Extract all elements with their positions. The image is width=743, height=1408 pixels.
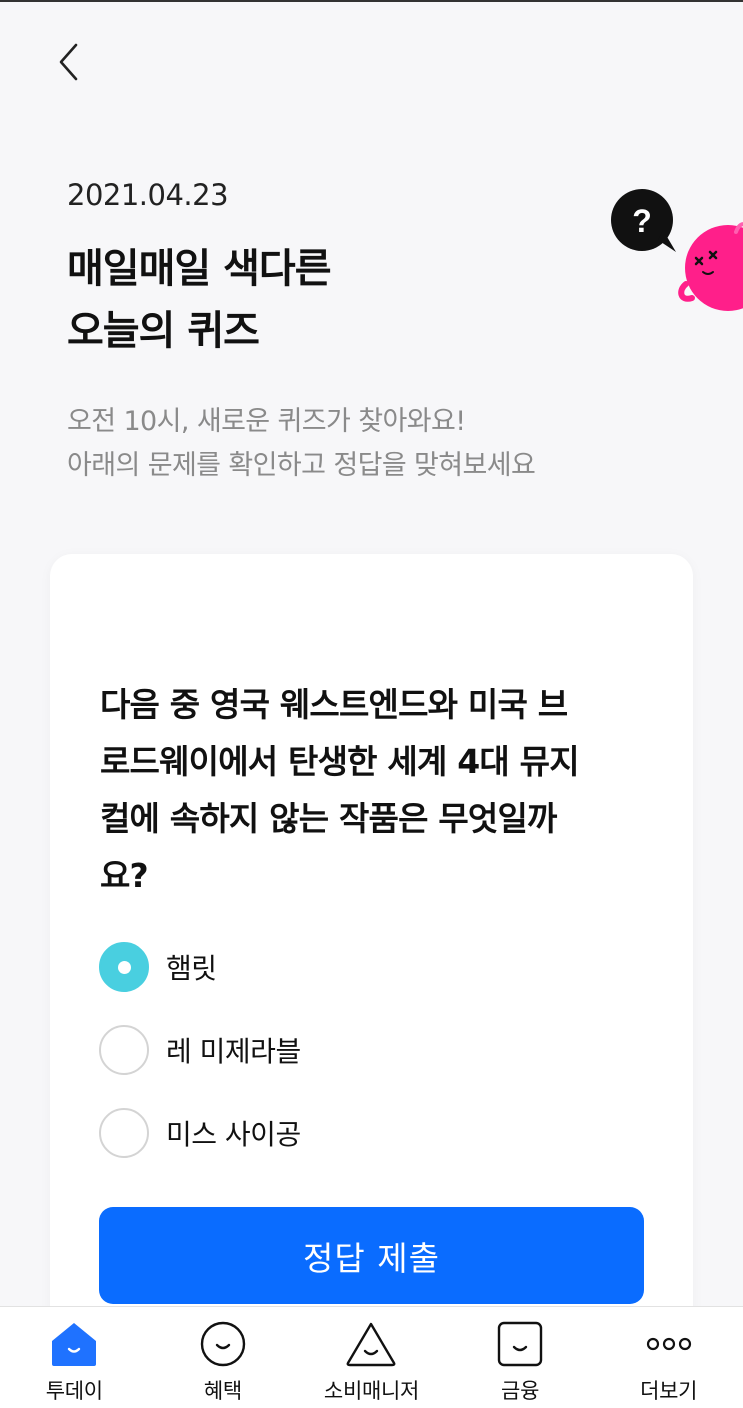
nav-label: 혜택 [203,1379,242,1403]
square-face-icon [490,1319,550,1369]
page-subtitle: 오전 10시, 새로운 퀴즈가 찾아와요! 아래의 문제를 확인하고 정답을 맞… [67,400,536,488]
svg-text:?: ? [632,203,652,239]
back-button[interactable] [50,42,86,86]
nav-label: 더보기 [640,1379,698,1403]
nav-item-spending-manager[interactable]: 소비매니저 [297,1307,446,1408]
more-dots-icon [639,1319,699,1369]
question-line: 다음 중 영국 웨스트엔드와 미국 브 [100,685,568,724]
answer-option-label: 레 미제라블 [166,1035,301,1068]
nav-label: 소비매니저 [323,1379,420,1403]
radio-button[interactable] [99,1108,149,1158]
radio-dot [117,960,131,974]
question-line: 요? [100,856,149,895]
question-line: 로드웨이에서 탄생한 세계 4대 뮤지 [100,742,580,781]
answer-option-label: 햄릿 [166,952,217,985]
answer-option-2[interactable]: 레 미제라블 [99,1025,301,1075]
radio-button[interactable] [99,1025,149,1075]
subtitle-line: 오전 10시, 새로운 퀴즈가 찾아와요! [67,406,466,437]
bottom-navigation: 투데이 혜택 소비매니저 금융 더보기 [0,1306,743,1408]
question-bubble-icon: ? [611,189,676,252]
answer-option-1[interactable]: 햄릿 [99,942,301,992]
radio-button-selected[interactable] [99,942,149,992]
nav-item-today[interactable]: 투데이 [0,1307,149,1408]
nav-label: 금융 [501,1379,540,1403]
quiz-date: 2021.04.23 [67,178,229,212]
smile-face-icon [193,1319,253,1369]
quiz-question: 다음 중 영국 웨스트엔드와 미국 브 로드웨이에서 탄생한 세계 4대 뮤지 … [100,676,660,904]
nav-item-benefits[interactable]: 혜택 [149,1307,298,1408]
page-title-line: 매일매일 색다른 [67,246,332,292]
nav-item-more[interactable]: 더보기 [594,1307,743,1408]
chevron-left-icon [57,42,79,86]
question-line: 컬에 속하지 않는 작품은 무엇일까 [100,799,557,838]
answer-option-3[interactable]: 미스 사이공 [99,1108,301,1158]
answer-options: 햄릿 레 미제라블 미스 사이공 [99,942,301,1191]
home-icon [44,1319,104,1369]
pink-character-icon [678,222,743,311]
status-bar-line [0,0,743,2]
subtitle-line: 아래의 문제를 확인하고 정답을 맞혀보세요 [67,450,536,481]
triangle-face-icon [341,1319,401,1369]
nav-label: 투데이 [45,1379,103,1403]
submit-answer-button[interactable]: 정답 제출 [99,1207,644,1304]
page-title: 매일매일 색다른 오늘의 퀴즈 [67,238,332,362]
quiz-card: 다음 중 영국 웨스트엔드와 미국 브 로드웨이에서 탄생한 세계 4대 뮤지 … [50,554,693,1408]
page-title-line: 오늘의 퀴즈 [67,308,260,354]
quiz-mascot-illustration: ? [600,180,743,320]
nav-item-finance[interactable]: 금융 [446,1307,595,1408]
answer-option-label: 미스 사이공 [166,1118,301,1151]
